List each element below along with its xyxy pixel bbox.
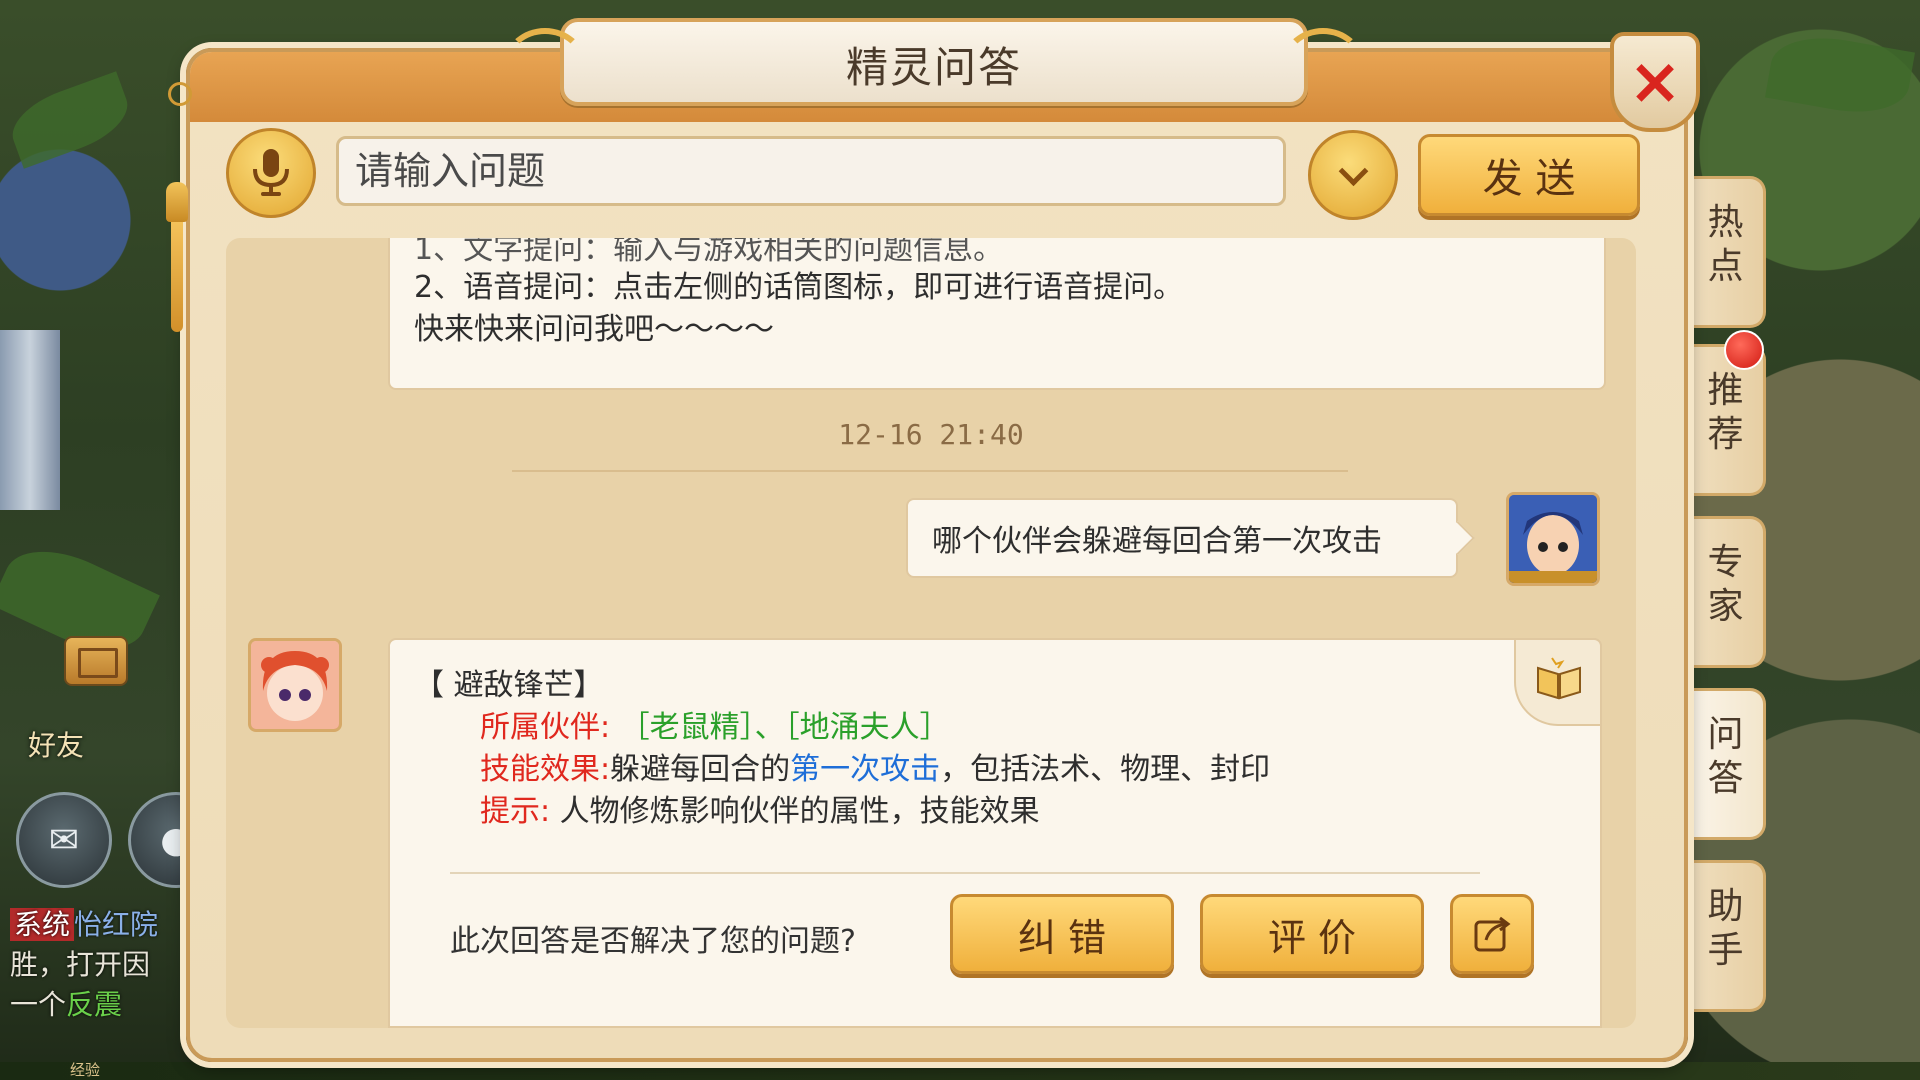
background-leaf [1764,28,1916,122]
tab-hot-label: 热 点 [1707,202,1744,287]
mail-icon[interactable] [64,636,128,686]
answer-tip-line: 提示: 人物修炼影响伙伴的属性，技能效果 [480,786,1040,830]
close-icon: × [1628,45,1682,119]
chat-highlight: 反震 [66,988,123,1021]
previous-bot-message: 1、文字提问：输入与游戏相关的问题信息。 2、语音提问：点击左侧的话筒图标，即可… [388,238,1606,390]
notification-dot [1724,330,1764,370]
chat-panel[interactable]: 1、文字提问：输入与游戏相关的问题信息。 2、语音提问：点击左侧的话筒图标，即可… [226,238,1636,1028]
feedback-question: 此次回答是否解决了您的问题? [450,924,856,959]
exp-label: 经验 [70,1061,101,1079]
effect-link[interactable]: 第一次攻击 [790,752,940,787]
partner-label: 所属伙伴: [480,710,611,745]
effect-text: 躲避每回合的 [610,752,791,787]
friend-label[interactable]: 好友 [28,724,84,764]
tip-label: 提示: [480,794,551,829]
book-icon[interactable] [1514,638,1602,726]
answer-title: 【 避敌锋芒】 [414,668,604,703]
effect-text-tail: ，包括法术、物理、封印 [940,752,1271,787]
assistant-answer: 【 避敌锋芒】 所属伙伴: ［老鼠精］、［地涌夫人］ 技能效果:躲避每回合的第一… [388,638,1602,1028]
dialog-title: 精灵问答 [845,43,1022,92]
tassel-ring [168,82,192,106]
system-tag: 系统 [10,908,75,941]
answer-effect-line: 技能效果:躲避每回合的第一次攻击，包括法术、物理、封印 [480,744,1270,788]
tip-text: 人物修炼影响伙伴的属性，技能效果 [559,794,1040,829]
timestamp-divider [512,470,1348,472]
title-banner: 精灵问答 [504,18,1364,106]
user-message-text: 哪个伙伴会躲避每回合第一次攻击 [932,524,1382,559]
tab-assistant-label: 助 手 [1707,886,1744,971]
partner-values[interactable]: ［老鼠精］、［地涌夫人］ [620,710,950,745]
chat-log: 系统 怡红院 胜，打开因 一个反震 [10,905,190,1025]
answer-partner-line: 所属伙伴: ［老鼠精］、［地涌夫人］ [480,702,950,746]
tab-expert[interactable]: 专 家 [1688,516,1766,668]
answer-divider [450,872,1480,874]
user-avatar[interactable] [1506,492,1600,586]
tassel-bell [166,182,188,222]
chat-bubble-icon[interactable]: ✉ [16,792,112,888]
question-input[interactable] [336,136,1286,206]
close-button[interactable]: × [1610,32,1700,132]
chat-line: 胜，打开因 [10,948,151,981]
assistant-avatar-portrait [251,641,339,729]
tassel-fringe [171,222,183,332]
background-pillar [0,330,60,510]
bottom-exp-bar [0,1062,1920,1080]
tab-recommend-label: 推 荐 [1707,370,1744,455]
effect-label: 技能效果: [480,752,611,787]
open-book-icon [1537,657,1581,700]
microphone-icon [253,149,289,196]
correct-error-button[interactable]: 纠 错 [950,894,1174,974]
tab-hot[interactable]: 热 点 [1688,176,1766,328]
share-button[interactable] [1450,894,1534,974]
tab-qa-label: 问 答 [1707,714,1744,799]
chat-sender: 怡红院 [74,908,159,941]
tab-assistant[interactable]: 助 手 [1688,860,1766,1012]
user-avatar-portrait [1509,495,1597,583]
message-line: 快来快来问问我吧～～～～ [414,312,774,347]
chevron-down-icon [1338,155,1368,186]
tassel-ornament [166,82,192,332]
chat-line-pre: 一个 [10,988,67,1021]
tab-expert-label: 专 家 [1707,542,1744,627]
background-leaf [3,71,137,169]
send-button[interactable]: 发 送 [1418,134,1640,216]
microphone-button[interactable] [226,128,316,218]
assistant-avatar[interactable] [248,638,342,732]
history-dropdown-button[interactable] [1308,130,1398,220]
tab-qa[interactable]: 问 答 [1688,688,1766,840]
rate-button[interactable]: 评 价 [1200,894,1424,974]
message-line: 2、语音提问：点击左侧的话筒图标，即可进行语音提问。 [414,270,1184,305]
qa-dialog: 精灵问答 × 发 送 1、文字提问：输入与游戏相关的问题信息。 2、语音提问：点… [166,18,1700,1062]
user-message: 哪个伙伴会躲避每回合第一次攻击 [906,498,1458,578]
message-timestamp: 12-16 21:40 [838,418,1024,451]
share-icon [1474,916,1511,952]
